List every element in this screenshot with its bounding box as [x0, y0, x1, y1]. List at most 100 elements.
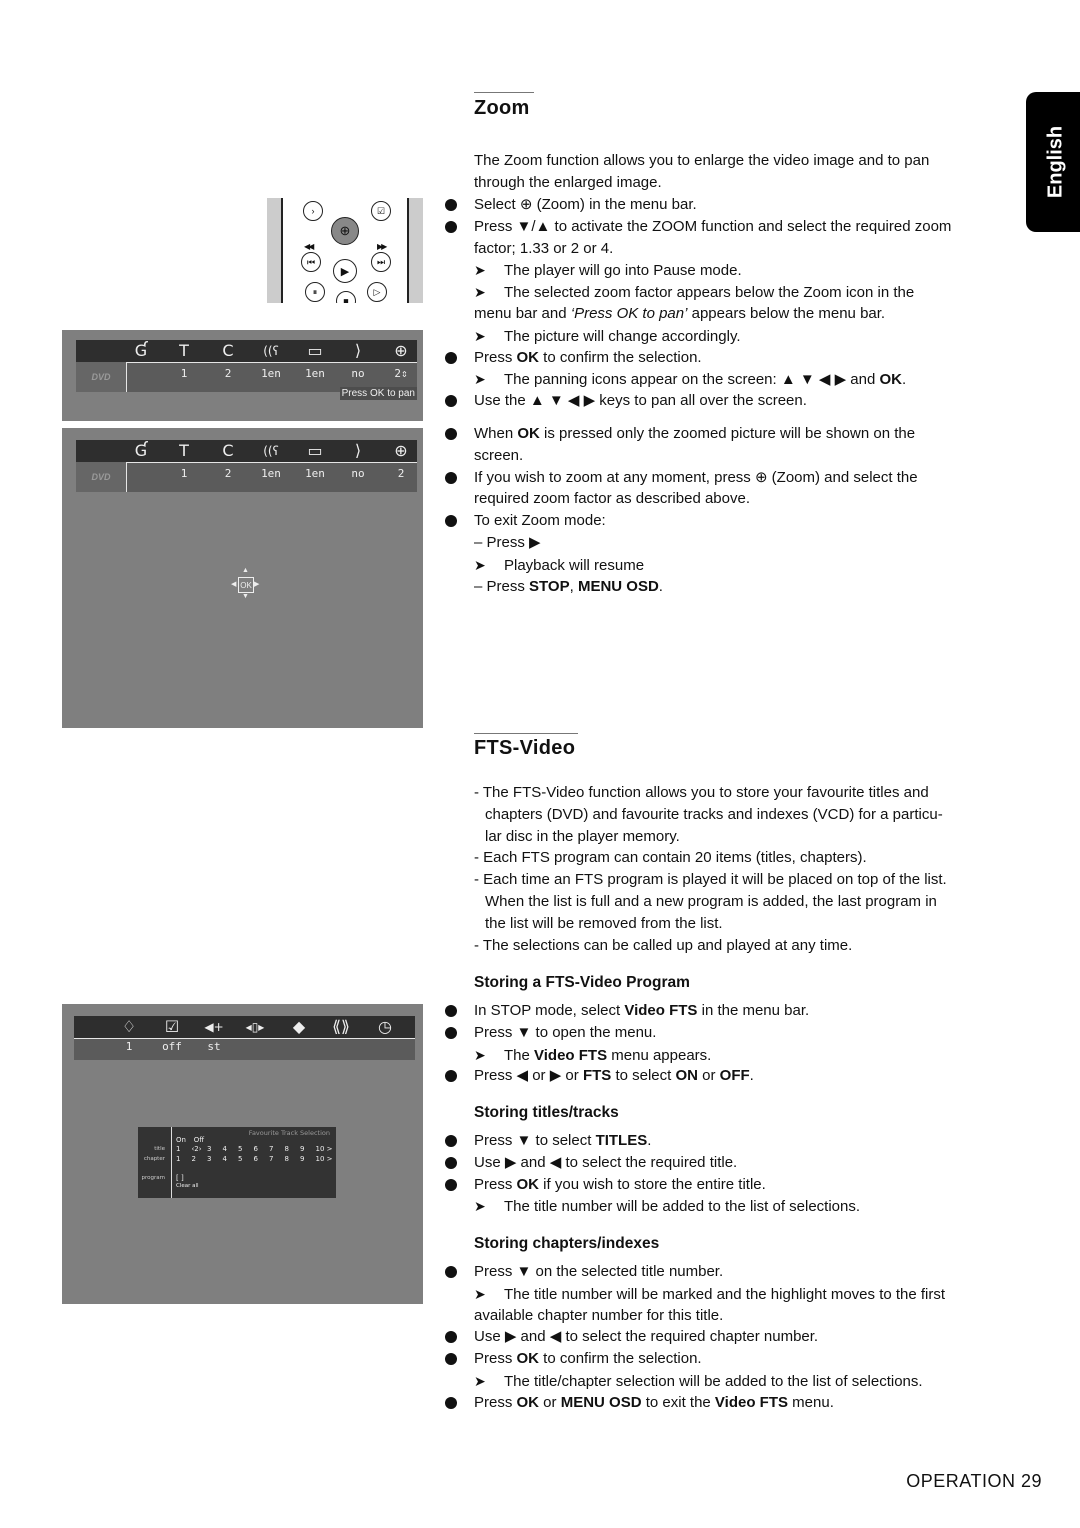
press-ok-to-pan-hint: Press OK to pan — [339, 387, 417, 400]
bullet-icon — [445, 471, 457, 484]
sub3-heading: Storing chapters/indexes — [474, 1235, 660, 1252]
chapter-cell[interactable]: 10 > — [316, 1155, 333, 1163]
arrow-icon: ➤ — [474, 284, 486, 301]
zoom-value: 2⇕ — [394, 367, 408, 380]
sub2-heading: Storing titles/tracks — [474, 1104, 619, 1121]
chapter-row: 1 2 3 4 5 6 7 8 9 10 > — [176, 1155, 333, 1163]
subtitle-value: 1en — [305, 467, 325, 480]
arrow-icon: ➤ — [474, 1285, 486, 1302]
chapter-cell[interactable]: 9 — [300, 1155, 316, 1163]
zoom-line: ➤ The panning icons appear on the screen:… — [474, 371, 907, 389]
zoom-line: ➤ The selected zoom factor appears below … — [474, 284, 915, 302]
angle-button-icon: › — [303, 201, 323, 221]
zoom-line: required zoom factor as described above. — [474, 490, 750, 508]
section-rule — [474, 733, 578, 734]
panel-title: Favourite Track Selection — [248, 1129, 330, 1137]
audio-value: 1en — [261, 367, 281, 380]
bullet-icon — [445, 1266, 457, 1278]
section-rule — [474, 92, 534, 93]
zoom-line: menu bar and ‘Press OK to pan’ appears b… — [474, 305, 886, 322]
play-button-icon: ▶ — [333, 259, 357, 283]
bullet-icon — [445, 515, 457, 528]
title-cell[interactable]: 5 — [238, 1145, 254, 1153]
title-cell[interactable]: 9 — [300, 1145, 316, 1153]
title-cell[interactable]: 3 — [207, 1145, 223, 1153]
sub2-line: Press OK if you wish to store the entire… — [474, 1175, 766, 1193]
menu-bar: DVD Ɠ T C ((ʕ ▭ ⟩ ⊕ 1 2 1en 1en no 2⇕ — [76, 340, 417, 392]
zoom-line: screen. — [474, 446, 524, 464]
sub1-heading: Storing a FTS-Video Program — [474, 974, 690, 991]
fts-state-value: off — [162, 1040, 182, 1053]
chapter-cell[interactable]: 1 — [176, 1155, 192, 1163]
shuffle-icon: ⟪⟫ — [332, 1017, 350, 1036]
fts-intro-line: - The selections can be called up and pl… — [474, 936, 853, 954]
zoom-line: ➤ Playback will resume — [474, 556, 645, 574]
aspect-icon: ◂▯▸ — [245, 1020, 265, 1034]
fts-intro-line: chapters (DVD) and favourite tracks and … — [485, 805, 943, 823]
chapter-icon: C — [222, 441, 234, 460]
stop-button-icon: ■ — [336, 291, 356, 303]
chapter-cell[interactable]: 4 — [223, 1155, 239, 1163]
bullet-icon — [445, 351, 457, 364]
audio-value: 1en — [261, 467, 281, 480]
title-cell[interactable]: 1 — [176, 1145, 192, 1153]
ok-icon: OK — [238, 577, 254, 593]
arrow-icon: ➤ — [474, 1198, 486, 1215]
audio-icon: ((ʕ — [263, 444, 279, 458]
clear-all-button[interactable]: Clear all — [176, 1183, 199, 1189]
sub2-line: Press ▼ to select TITLES. — [474, 1132, 652, 1149]
bullet-icon — [445, 220, 457, 233]
zoom-button-icon: ⊕ — [331, 217, 359, 245]
zoom-line: factor; 1.33 or 2 or 4. — [474, 239, 614, 257]
fts-intro-line: - Each FTS program can contain 20 items … — [474, 849, 867, 867]
chapter-cell[interactable]: 5 — [238, 1155, 254, 1163]
zoom-line: Select ⊕ (Zoom) in the menu bar. — [474, 196, 697, 213]
arrow-icon: ➤ — [474, 1046, 486, 1063]
sound-value: st — [207, 1040, 221, 1053]
pan-right-icon: ▶ — [254, 581, 260, 588]
chapter-value: 2 — [224, 367, 232, 380]
fts-video-heading: FTS-Video — [474, 737, 576, 759]
fts-intro-line: When the list is full and a new program … — [485, 893, 937, 910]
on-off-row: On Off — [176, 1136, 209, 1144]
sub3-line: ➤ The title/chapter selection will be add… — [474, 1373, 923, 1390]
angle-value: no — [351, 367, 365, 380]
arrow-icon: ➤ — [474, 327, 486, 344]
zoom-line: To exit Zoom mode: — [474, 512, 606, 530]
chapter-cell[interactable]: 7 — [269, 1155, 285, 1163]
chapter-cell[interactable]: 2 — [192, 1155, 208, 1163]
chapter-cell[interactable]: 3 — [207, 1155, 223, 1163]
rewind-label: ◀◀ — [304, 242, 314, 251]
title-row: 1 ‹2› 3 4 5 6 7 8 9 10 > — [176, 1145, 333, 1153]
chapter-cell[interactable]: 8 — [285, 1155, 301, 1163]
remote-control-illustration: › ☑ ⊕ ◀◀ ▶▶ ⏮ ▶ ⏭ ⏸ ■ ▷ — [267, 198, 423, 303]
sub3-line: Press ▼ on the selected title number. — [474, 1263, 724, 1280]
bullet-icon — [445, 1026, 457, 1039]
fts-intro-line: - Each time an FTS program is played it … — [474, 871, 947, 889]
title-cell[interactable]: 10 > — [316, 1145, 333, 1153]
on-option[interactable]: On — [176, 1136, 192, 1144]
bullet-icon — [445, 1178, 457, 1191]
title-cell[interactable]: 8 — [285, 1145, 301, 1153]
user-prefs-icon: Ɠ — [134, 341, 148, 360]
program-label: program — [141, 1175, 165, 1181]
sub2-line: Use ▶ and ◀ to select the required title… — [474, 1153, 738, 1171]
title-cell[interactable]: 7 — [269, 1145, 285, 1153]
arrow-icon: ➤ — [474, 262, 486, 279]
title-cell[interactable]: 6 — [254, 1145, 270, 1153]
sub1-line: In STOP mode, select Video FTS in the me… — [474, 1002, 810, 1019]
dvd-logo: DVD — [76, 362, 126, 392]
favourite-track-selection-panel: Favourite Track Selection On Off title 1… — [138, 1127, 336, 1198]
title-cell[interactable]: 4 — [223, 1145, 239, 1153]
zoom-line: – Press ▶ — [474, 534, 541, 551]
zoom-value: 2 — [397, 467, 405, 480]
fts-program-value: 1 — [125, 1040, 133, 1053]
pan-down-icon: ▼ — [242, 593, 249, 600]
next-button-icon: ⏭ — [371, 252, 391, 272]
step-button-icon: ▷ — [367, 282, 387, 302]
zoom-icon: ⊕ — [394, 341, 408, 360]
title-cell[interactable]: ‹2› — [192, 1145, 208, 1153]
bullet-icon — [445, 1135, 457, 1147]
off-option[interactable]: Off — [194, 1136, 210, 1144]
chapter-cell[interactable]: 6 — [254, 1155, 270, 1163]
